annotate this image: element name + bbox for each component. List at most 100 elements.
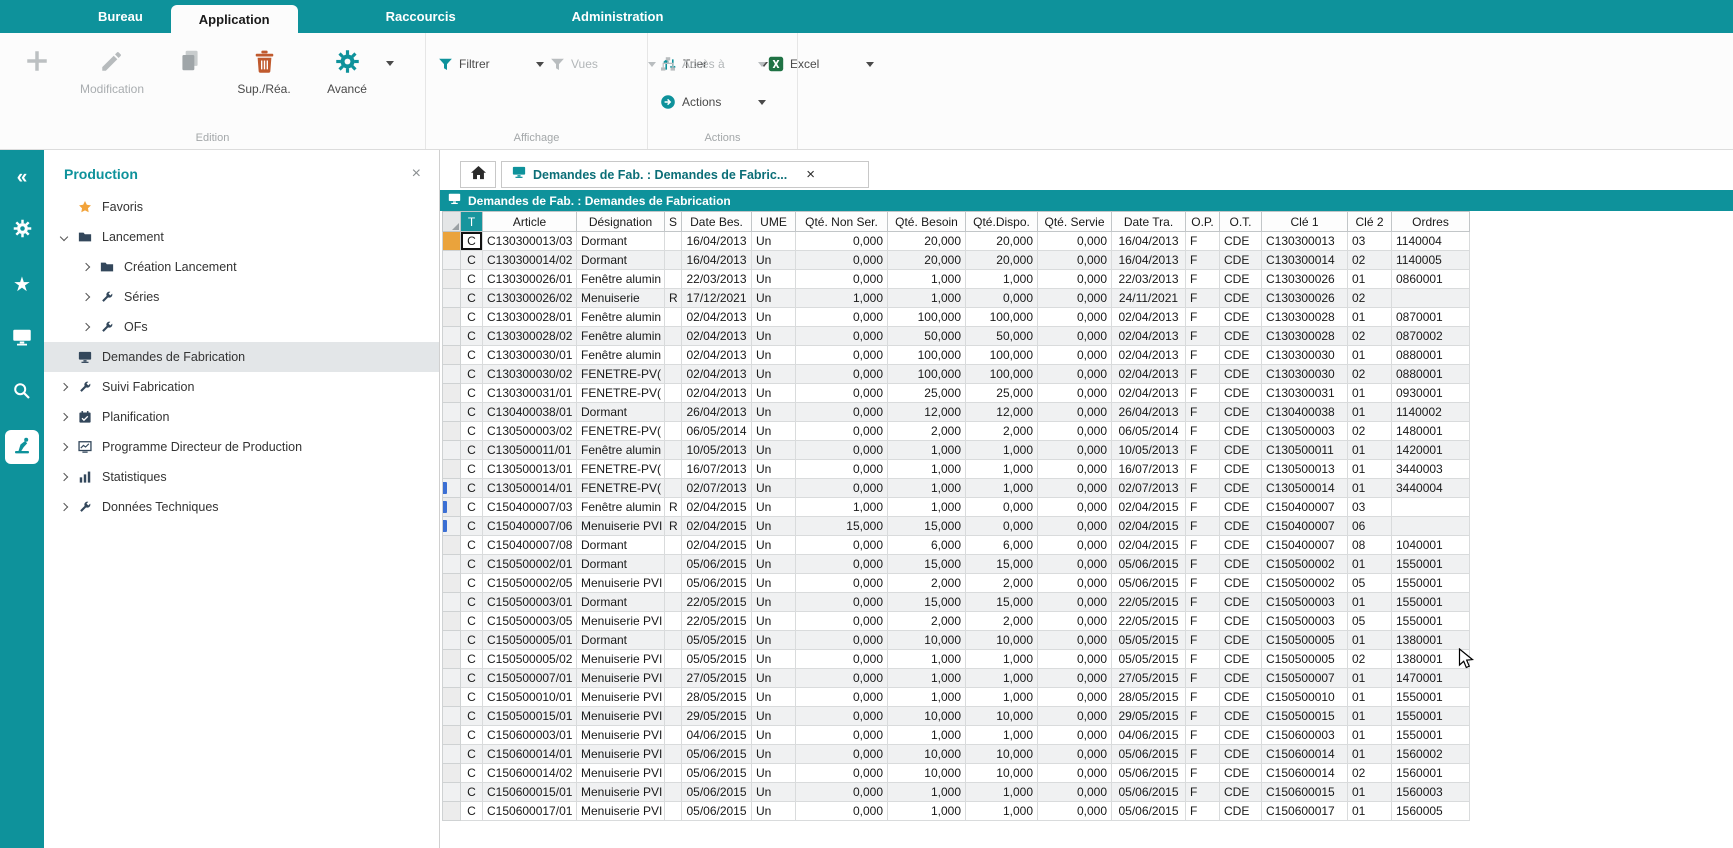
table-cell[interactable]: Menuiserie PVI (577, 612, 665, 631)
table-cell[interactable]: F (1186, 403, 1220, 422)
table-cell[interactable]: 0,000 (1038, 574, 1112, 593)
table-cell[interactable]: 25,000 (966, 384, 1038, 403)
row-selector[interactable] (443, 384, 461, 403)
table-cell[interactable]: 0,000 (796, 688, 888, 707)
table-cell[interactable]: F (1186, 555, 1220, 574)
table-cell[interactable]: C (461, 802, 483, 821)
table-cell[interactable]: CDE (1220, 650, 1262, 669)
table-cell[interactable]: 0,000 (796, 403, 888, 422)
table-cell[interactable]: 20,000 (966, 251, 1038, 270)
table-cell[interactable]: 1380001 (1392, 631, 1470, 650)
table-cell[interactable]: CDE (1220, 612, 1262, 631)
table-cell[interactable]: 0,000 (796, 270, 888, 289)
table-cell[interactable] (665, 365, 682, 384)
table-cell[interactable]: 05/06/2015 (1112, 745, 1186, 764)
table-row-4[interactable]: CC130300028/01Fenêtre alumin02/04/2013Un… (443, 308, 1733, 327)
table-cell[interactable]: C (461, 346, 483, 365)
table-cell[interactable] (665, 441, 682, 460)
chevron-down-icon[interactable] (56, 234, 72, 240)
table-row-2[interactable]: CC130300026/01Fenêtre alumin22/03/2013Un… (443, 270, 1733, 289)
table-cell[interactable]: C150400007 (1262, 536, 1348, 555)
row-selector[interactable] (443, 308, 461, 327)
table-cell[interactable]: 1,000 (888, 498, 966, 517)
row-selector[interactable] (443, 783, 461, 802)
table-cell[interactable]: 15,000 (966, 555, 1038, 574)
table-cell[interactable]: Menuiserie PVI (577, 574, 665, 593)
table-row-6[interactable]: CC130300030/01Fenêtre alumin02/04/2013Un… (443, 346, 1733, 365)
table-cell[interactable]: FENETRE-PV( (577, 422, 665, 441)
row-selector[interactable] (443, 726, 461, 745)
tab-demandes-de-fab[interactable]: Demandes de Fab. : Demandes de Fabric...… (501, 161, 869, 188)
table-cell[interactable] (665, 327, 682, 346)
row-selector[interactable] (443, 688, 461, 707)
table-cell[interactable]: 20,000 (966, 232, 1038, 251)
table-cell[interactable]: 0,000 (1038, 593, 1112, 612)
new-button[interactable] (10, 43, 64, 96)
table-cell[interactable]: 05/06/2015 (1112, 574, 1186, 593)
table-cell[interactable]: 01 (1348, 555, 1392, 574)
table-cell[interactable]: C (461, 441, 483, 460)
row-selector[interactable] (443, 650, 461, 669)
table-cell[interactable]: C150500005 (1262, 631, 1348, 650)
table-cell[interactable]: 1550001 (1392, 612, 1470, 631)
table-cell[interactable]: 0,000 (1038, 365, 1112, 384)
table-cell[interactable]: F (1186, 422, 1220, 441)
row-selector[interactable] (443, 289, 461, 308)
table-cell[interactable]: 1380001 (1392, 650, 1470, 669)
table-cell[interactable]: 04/06/2015 (1112, 726, 1186, 745)
column-header-cle-1[interactable]: Clé 1 (1262, 212, 1348, 232)
row-selector[interactable] (443, 593, 461, 612)
table-row-18[interactable]: CC150500002/05Menuiserie PVI05/06/2015Un… (443, 574, 1733, 593)
table-cell[interactable]: Dormant (577, 536, 665, 555)
table-cell[interactable]: 0,000 (1038, 232, 1112, 251)
table-cell[interactable]: 0,000 (1038, 707, 1112, 726)
table-cell[interactable]: 0,000 (1038, 688, 1112, 707)
table-cell[interactable]: C130300030 (1262, 365, 1348, 384)
table-cell[interactable]: 01 (1348, 460, 1392, 479)
table-cell[interactable]: C150400007/06 (483, 517, 577, 536)
table-row-14[interactable]: CC150400007/03Fenêtre aluminR02/04/2015U… (443, 498, 1733, 517)
table-cell[interactable]: F (1186, 669, 1220, 688)
table-cell[interactable]: Un (752, 688, 796, 707)
table-row-21[interactable]: CC150500005/01Dormant05/05/2015Un0,00010… (443, 631, 1733, 650)
table-cell[interactable]: F (1186, 384, 1220, 403)
table-cell[interactable]: C150600003/01 (483, 726, 577, 745)
table-cell[interactable]: C150600003 (1262, 726, 1348, 745)
table-cell[interactable]: 0,000 (796, 612, 888, 631)
table-cell[interactable] (665, 783, 682, 802)
table-cell[interactable]: R (665, 289, 682, 308)
table-cell[interactable]: 3440003 (1392, 460, 1470, 479)
table-cell[interactable]: Un (752, 403, 796, 422)
table-cell[interactable]: C (461, 498, 483, 517)
table-cell[interactable]: C150600014 (1262, 745, 1348, 764)
table-cell[interactable]: 1,000 (966, 479, 1038, 498)
row-selector[interactable] (443, 422, 461, 441)
table-cell[interactable]: C150500015 (1262, 707, 1348, 726)
table-cell[interactable]: C130300026/01 (483, 270, 577, 289)
table-cell[interactable]: CDE (1220, 251, 1262, 270)
table-cell[interactable]: CDE (1220, 460, 1262, 479)
table-cell[interactable]: 27/05/2015 (682, 669, 752, 688)
table-cell[interactable]: C130400038/01 (483, 403, 577, 422)
table-cell[interactable]: 02 (1348, 289, 1392, 308)
table-cell[interactable]: 0930001 (1392, 384, 1470, 403)
table-cell[interactable]: Menuiserie PVI (577, 517, 665, 536)
row-selector[interactable] (443, 460, 461, 479)
table-cell[interactable]: 15,000 (888, 555, 966, 574)
table-cell[interactable]: C130500014 (1262, 479, 1348, 498)
table-cell[interactable]: C (461, 479, 483, 498)
table-cell[interactable]: 01 (1348, 669, 1392, 688)
table-cell[interactable]: 22/05/2015 (682, 612, 752, 631)
nav-item-series[interactable]: Séries (44, 282, 439, 312)
table-cell[interactable]: 01 (1348, 802, 1392, 821)
table-cell[interactable]: 1,000 (966, 688, 1038, 707)
table-cell[interactable]: 0,000 (1038, 270, 1112, 289)
column-header-date-tra[interactable]: Date Tra. (1112, 212, 1186, 232)
table-cell[interactable]: 02 (1348, 764, 1392, 783)
table-cell[interactable]: C130300028 (1262, 308, 1348, 327)
chevron-right-icon[interactable] (56, 414, 72, 420)
table-cell[interactable]: 10,000 (888, 631, 966, 650)
select-all-corner[interactable] (443, 212, 461, 232)
table-cell[interactable]: Un (752, 593, 796, 612)
table-cell[interactable]: 0,000 (1038, 517, 1112, 536)
